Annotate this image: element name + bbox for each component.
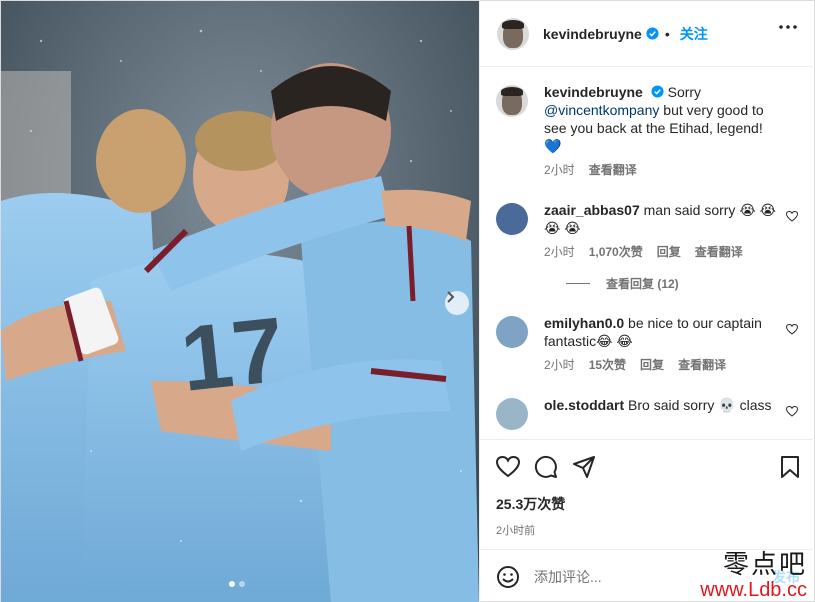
caption-meta: 2小时 查看翻译	[544, 161, 784, 179]
follow-button[interactable]: 关注	[680, 24, 708, 44]
action-bar	[496, 440, 800, 494]
avatar[interactable]	[497, 17, 529, 50]
reply-button[interactable]: 回复	[657, 243, 681, 261]
caption-username[interactable]: kevindebruyne	[544, 84, 643, 100]
caption-time: 2小时	[544, 163, 575, 177]
caption-mention[interactable]: @vincentkompany	[544, 102, 659, 118]
verified-badge-icon	[651, 85, 664, 98]
header-separator: •	[664, 25, 670, 42]
comment-composer: 发布	[480, 549, 815, 602]
carousel-dot	[239, 581, 245, 587]
avatar[interactable]	[496, 398, 528, 430]
post-dialog: 17 kevindebruyne • 关注 kevindebruyne Sorr…	[0, 0, 815, 602]
header-username[interactable]: kevindebruyne	[543, 26, 642, 42]
view-replies-label: 查看回复 (12)	[606, 277, 679, 291]
comment-likes[interactable]: 1,070次赞	[589, 243, 643, 261]
emoji-icon[interactable]	[496, 565, 520, 589]
comment-item: ole.stoddart Bro said sorry 💀 class	[496, 396, 800, 430]
comment-likes[interactable]: 15次赞	[589, 356, 626, 374]
heart-icon[interactable]	[786, 211, 798, 222]
reply-button[interactable]: 回复	[640, 356, 664, 374]
comment-username[interactable]: zaair_abbas07	[544, 202, 640, 218]
chevron-right-icon	[447, 291, 455, 303]
next-photo-button[interactable]	[445, 291, 469, 315]
caption: kevindebruyne Sorry @vincentkompany but …	[496, 83, 800, 179]
comment-input[interactable]	[534, 568, 734, 585]
post-photo[interactable]: 17	[1, 1, 479, 602]
heart-icon[interactable]	[786, 324, 798, 335]
post-side-panel: kevindebruyne • 关注 kevindebruyne Sorry @…	[479, 1, 815, 602]
translate-link[interactable]: 查看翻译	[695, 243, 743, 261]
post-header: kevindebruyne • 关注	[480, 1, 815, 67]
post-actions: 25.3万次赞 2小时前	[480, 439, 815, 538]
heart-icon[interactable]	[496, 456, 520, 478]
heart-icon[interactable]	[786, 406, 798, 417]
comment-meta: 2小时 15次赞 回复 查看翻译	[544, 356, 784, 374]
celebration-photo: 17	[1, 1, 479, 602]
posted-time: 2小时前	[496, 525, 536, 537]
verified-badge-icon	[646, 27, 659, 40]
comment-time: 2小时	[544, 358, 575, 372]
comment-item: zaair_abbas07 man said sorry 😭 😭 😭 😭 2小时…	[496, 201, 800, 261]
translate-link[interactable]: 查看翻译	[589, 161, 637, 179]
avatar[interactable]	[496, 85, 528, 117]
comment-meta: 2小时 1,070次赞 回复 查看翻译	[544, 243, 784, 261]
likes-count[interactable]: 25.3万次赞	[496, 494, 800, 514]
comment-icon[interactable]	[534, 455, 558, 479]
bookmark-icon[interactable]	[780, 455, 800, 479]
comment-time: 2小时	[544, 245, 575, 259]
translate-link[interactable]: 查看翻译	[678, 356, 726, 374]
comments-list[interactable]: kevindebruyne Sorry @vincentkompany but …	[480, 67, 815, 439]
more-horizontal-icon[interactable]	[779, 25, 797, 29]
comment-item: emilyhan0.0 be nice to our captain fanta…	[496, 314, 800, 374]
carousel-dots	[229, 581, 245, 587]
send-icon[interactable]	[572, 455, 596, 479]
post-comment-button[interactable]: 发布	[772, 567, 800, 587]
caption-text-before: Sorry	[667, 84, 702, 100]
comment-username[interactable]: ole.stoddart	[544, 397, 624, 413]
comment-username[interactable]: emilyhan0.0	[544, 315, 624, 331]
avatar[interactable]	[496, 203, 528, 235]
carousel-dot-active	[229, 581, 235, 587]
comment-text: Bro said sorry 💀 class	[628, 397, 772, 413]
svg-text:17: 17	[176, 299, 288, 411]
avatar[interactable]	[496, 316, 528, 348]
view-replies-button[interactable]: 查看回复 (12)	[566, 275, 800, 292]
